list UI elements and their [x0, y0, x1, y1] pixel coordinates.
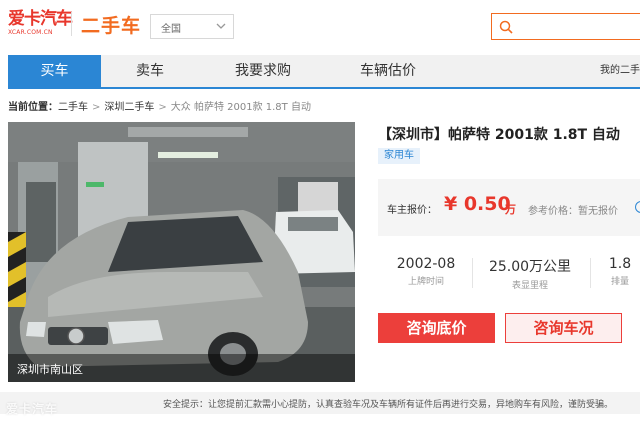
spec-mileage: 25.00万公里 表显里程 [484, 256, 576, 291]
logo-divider [71, 12, 72, 36]
car-photo-illustration [8, 122, 355, 382]
info-icon[interactable] [635, 201, 640, 213]
spec-mileage-value: 25.00万公里 [488, 259, 572, 275]
spec-displacement: 1.8 排量 [602, 256, 638, 287]
listing-tag: 家用车 [378, 148, 420, 164]
car-photo[interactable]: 深圳市南山区 [8, 122, 355, 382]
spec-divider [472, 258, 473, 288]
search-input[interactable] [518, 17, 628, 36]
chevron-down-icon [216, 23, 226, 29]
photo-caption-bar: 深圳市南山区 [8, 354, 355, 382]
listing-title: 【深圳市】帕萨特 2001款 1.8T 自动 [378, 127, 620, 143]
watermark: 爱卡汽车 [6, 402, 59, 416]
nav-item-valuation[interactable]: 车辆估价 [338, 55, 438, 87]
spec-registration-date: 2002-08 上牌时间 [392, 256, 460, 287]
spec-mileage-label: 表显里程 [511, 281, 548, 291]
site-title[interactable]: 二手车 [81, 11, 141, 38]
inquire-lowest-price-button[interactable]: 咨询底价 [378, 313, 495, 343]
spec-registration-date-label: 上牌时间 [407, 277, 444, 287]
search-icon[interactable] [499, 20, 513, 34]
breadcrumb-separator-icon: > [158, 102, 167, 113]
nav-item-sell[interactable]: 卖车 [101, 55, 199, 87]
city-select[interactable]: 全国 [150, 14, 234, 39]
owner-price-unit: 万 [505, 203, 516, 216]
breadcrumb-label: 当前位置： [8, 102, 58, 113]
breadcrumb: 当前位置：二手车 > 深圳二手车 > 大众 帕萨特 2001款 1.8T 自动 [8, 98, 311, 113]
spec-displacement-label: 排量 [610, 277, 629, 287]
search-box[interactable] [491, 13, 640, 40]
owner-price-value: ¥ 0.50 [444, 193, 511, 215]
nav-item-buy[interactable]: 买车 [8, 55, 101, 87]
safety-notice-bar: 安全提示：让您提前汇款需小心提防，认真查验车况及车辆所有证件后再进行交易，异地购… [0, 392, 640, 414]
breadcrumb-item-used-cars[interactable]: 二手车 [58, 98, 88, 113]
photo-location-label: 深圳市南山区 [17, 363, 83, 376]
site-header: 爱卡汽车 XCAR.COM.CN 二手车 全国 [0, 0, 640, 50]
logo-sub-text: XCAR.COM.CN [8, 29, 53, 36]
xcar-logo[interactable]: 爱卡汽车 XCAR.COM.CN [8, 9, 73, 40]
logo-main-text: 爱卡汽车 [8, 9, 73, 29]
owner-price-label: 车主报价： [387, 205, 437, 216]
nav-my-used-cars-link[interactable]: 我的二手 [600, 55, 640, 87]
price-box: 车主报价： ¥ 0.50 万 参考价格：暂无报价 [378, 179, 640, 236]
spec-registration-date-value: 2002-08 [396, 256, 456, 272]
spec-displacement-value: 1.8 [608, 256, 632, 272]
breadcrumb-separator-icon: > [92, 102, 101, 113]
breadcrumb-item-shenzhen[interactable]: 深圳二手车 [104, 98, 154, 113]
spec-divider [590, 258, 591, 288]
city-select-value: 全国 [161, 24, 181, 35]
nav-item-want-to-buy[interactable]: 我要求购 [213, 55, 313, 87]
reference-price: 参考价格：暂无报价 [528, 206, 618, 217]
inquire-condition-button[interactable]: 咨询车况 [505, 313, 622, 343]
main-nav: 买车 卖车 我要求购 车辆估价 我的二手 [8, 55, 640, 89]
breadcrumb-item-current: 大众 帕萨特 2001款 1.8T 自动 [170, 102, 311, 113]
safety-notice-text: 安全提示：让您提前汇款需小心提防，认真查验车况及车辆所有证件后再进行交易，异地购… [163, 400, 614, 410]
